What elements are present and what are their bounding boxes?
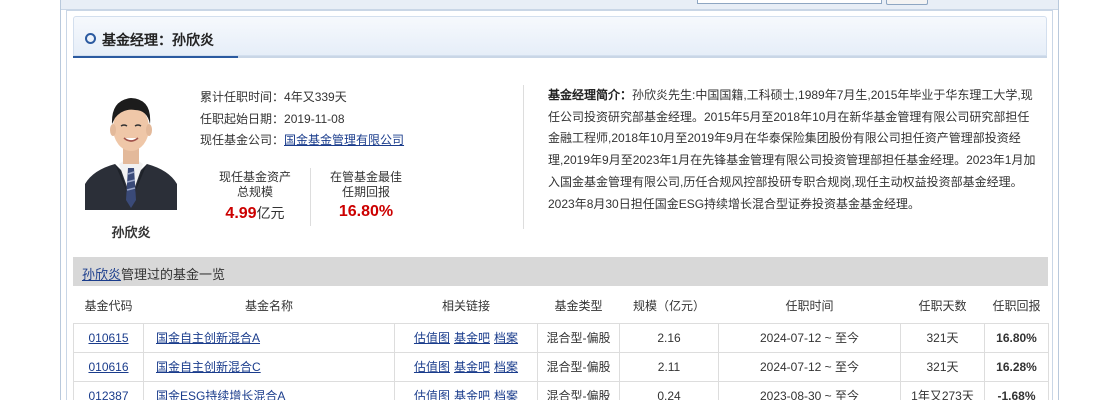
fund-code-cell: 010616 bbox=[73, 351, 144, 382]
fund-name-link[interactable]: 国金自主创新混合C bbox=[156, 360, 261, 374]
best-return-label: 在管基金最佳 任期回报 bbox=[316, 170, 416, 200]
fund-code-link[interactable]: 010615 bbox=[88, 331, 128, 345]
fund-days-cell: 1年又273天 bbox=[900, 380, 985, 400]
fund-period-cell: 2023-08-30 ~ 至今 bbox=[718, 380, 901, 400]
fund-links-cell: 估值图 基金吧 档案 bbox=[394, 380, 538, 400]
valuation-chart-link[interactable]: 估值图 bbox=[414, 360, 450, 374]
fund-return-cell: 16.28% bbox=[984, 351, 1049, 382]
stat-divider bbox=[310, 168, 311, 226]
table-row: 010616 国金自主创新混合C 估值图 基金吧 档案 混合型-偏股 2.11 20… bbox=[73, 351, 1049, 382]
manager-bio: 基金经理简介：孙欣炎先生:中国国籍,工科硕士,1989年7月生,2015年毕业于… bbox=[548, 85, 1040, 215]
bio-text: 孙欣炎先生:中国国籍,工科硕士,1989年7月生,2015年毕业于华东理工大学,… bbox=[548, 88, 1036, 211]
col-header-name: 基金名称 bbox=[143, 288, 395, 324]
top-search-input[interactable] bbox=[697, 0, 882, 4]
company-link[interactable]: 国金基金管理有限公司 bbox=[284, 133, 404, 147]
best-return-label-line2: 任期回报 bbox=[341, 185, 390, 199]
fund-return-cell: -1.68% bbox=[984, 380, 1049, 400]
fund-list-title-suffix: 管理过的基金一览 bbox=[121, 267, 226, 282]
fund-forum-link[interactable]: 基金吧 bbox=[454, 389, 490, 400]
tenure-label: 累计任职时间： bbox=[200, 90, 285, 104]
fund-type-cell: 混合型-偏股 bbox=[537, 351, 620, 382]
fund-profile-link[interactable]: 档案 bbox=[494, 331, 518, 345]
fund-size-cell: 2.11 bbox=[619, 351, 719, 382]
assets-label-line2: 总规模 bbox=[236, 185, 273, 199]
fund-return-cell: 16.80% bbox=[984, 322, 1049, 353]
title-underline-active bbox=[73, 56, 238, 58]
table-row: 010615 国金自主创新混合A 估值图 基金吧 档案 混合型-偏股 2.16 20… bbox=[73, 322, 1049, 353]
page-title: 基金经理：孙欣炎 bbox=[102, 32, 214, 48]
fund-links-cell: 估值图 基金吧 档案 bbox=[394, 322, 538, 353]
tenure-value: 4年又339天 bbox=[284, 90, 347, 104]
fund-size-cell: 2.16 bbox=[619, 322, 719, 353]
fund-period-cell: 2024-07-12 ~ 至今 bbox=[718, 351, 901, 382]
fund-code-link[interactable]: 012387 bbox=[88, 389, 128, 400]
fund-profile-link[interactable]: 档案 bbox=[494, 389, 518, 400]
fund-type-cell: 混合型-偏股 bbox=[537, 322, 620, 353]
fund-name-cell: 国金自主创新混合A bbox=[143, 322, 395, 353]
manager-name: 孙欣炎 bbox=[111, 225, 151, 240]
col-header-size: 规模（亿元） bbox=[619, 288, 719, 324]
manager-photo bbox=[85, 88, 177, 210]
tenure-line: 累计任职时间：4年又339天 bbox=[200, 88, 347, 105]
fund-code-link[interactable]: 010616 bbox=[88, 360, 128, 374]
frame-border-right bbox=[1058, 0, 1059, 400]
section-divider bbox=[523, 85, 524, 229]
col-header-days: 任职天数 bbox=[900, 288, 985, 324]
fund-days-cell: 321天 bbox=[900, 351, 985, 382]
company-line: 现任基金公司：国金基金管理有限公司 bbox=[200, 131, 404, 148]
start-date-line: 任职起始日期：2019-11-08 bbox=[200, 110, 345, 127]
best-return-label-line1: 在管基金最佳 bbox=[329, 170, 402, 184]
fund-forum-link[interactable]: 基金吧 bbox=[454, 360, 490, 374]
fund-name-link[interactable]: 国金自主创新混合A bbox=[156, 331, 260, 345]
fund-links-cell: 估值图 基金吧 档案 bbox=[394, 351, 538, 382]
fund-name-cell: 国金自主创新混合C bbox=[143, 351, 395, 382]
col-header-type: 基金类型 bbox=[537, 288, 620, 324]
fund-table: 基金代码 基金名称 相关链接 基金类型 规模（亿元） 任职时间 任职天数 任职回… bbox=[73, 288, 1049, 400]
assets-unit: 亿元 bbox=[256, 205, 285, 221]
company-label: 现任基金公司： bbox=[200, 133, 285, 147]
start-date-label: 任职起始日期： bbox=[200, 112, 285, 126]
col-header-code: 基金代码 bbox=[73, 288, 144, 324]
top-search-button[interactable] bbox=[886, 0, 928, 5]
fund-code-cell: 012387 bbox=[73, 380, 144, 400]
fund-list-title: 孙欣炎管理过的基金一览 bbox=[82, 264, 225, 283]
start-date-value: 2019-11-08 bbox=[284, 112, 345, 126]
title-bar bbox=[73, 16, 1047, 56]
assets-label-line1: 现任基金资产 bbox=[218, 170, 291, 184]
valuation-chart-link[interactable]: 估值图 bbox=[414, 389, 450, 400]
fund-forum-link[interactable]: 基金吧 bbox=[454, 331, 490, 345]
valuation-chart-link[interactable]: 估值图 bbox=[414, 331, 450, 345]
table-header-row: 基金代码 基金名称 相关链接 基金类型 规模（亿元） 任职时间 任职天数 任职回… bbox=[73, 288, 1049, 324]
col-header-links: 相关链接 bbox=[394, 288, 538, 324]
table-row: 012387 国金ESG持续增长混合A 估值图 基金吧 档案 混合型-偏股 0.24… bbox=[73, 380, 1049, 400]
col-header-period: 任职时间 bbox=[718, 288, 901, 324]
fund-name-cell: 国金ESG持续增长混合A bbox=[143, 380, 395, 400]
circle-bullet-icon bbox=[85, 33, 96, 44]
fund-type-cell: 混合型-偏股 bbox=[537, 380, 620, 400]
frame-border-left bbox=[60, 0, 61, 400]
bio-label: 基金经理简介： bbox=[548, 88, 633, 102]
assets-number: 4.99 bbox=[225, 205, 257, 222]
fund-size-cell: 0.24 bbox=[619, 380, 719, 400]
fund-name-link[interactable]: 国金ESG持续增长混合A bbox=[156, 389, 285, 400]
col-header-return: 任职回报 bbox=[984, 288, 1049, 324]
fund-list-manager-link[interactable]: 孙欣炎 bbox=[82, 267, 121, 282]
fund-code-cell: 010615 bbox=[73, 322, 144, 353]
fund-period-cell: 2024-07-12 ~ 至今 bbox=[718, 322, 901, 353]
assets-label: 现任基金资产 总规模 bbox=[205, 170, 305, 200]
assets-value: 4.99亿元 bbox=[205, 203, 305, 223]
best-return-value: 16.80% bbox=[338, 203, 394, 220]
fund-days-cell: 321天 bbox=[900, 322, 985, 353]
fund-profile-link[interactable]: 档案 bbox=[494, 360, 518, 374]
